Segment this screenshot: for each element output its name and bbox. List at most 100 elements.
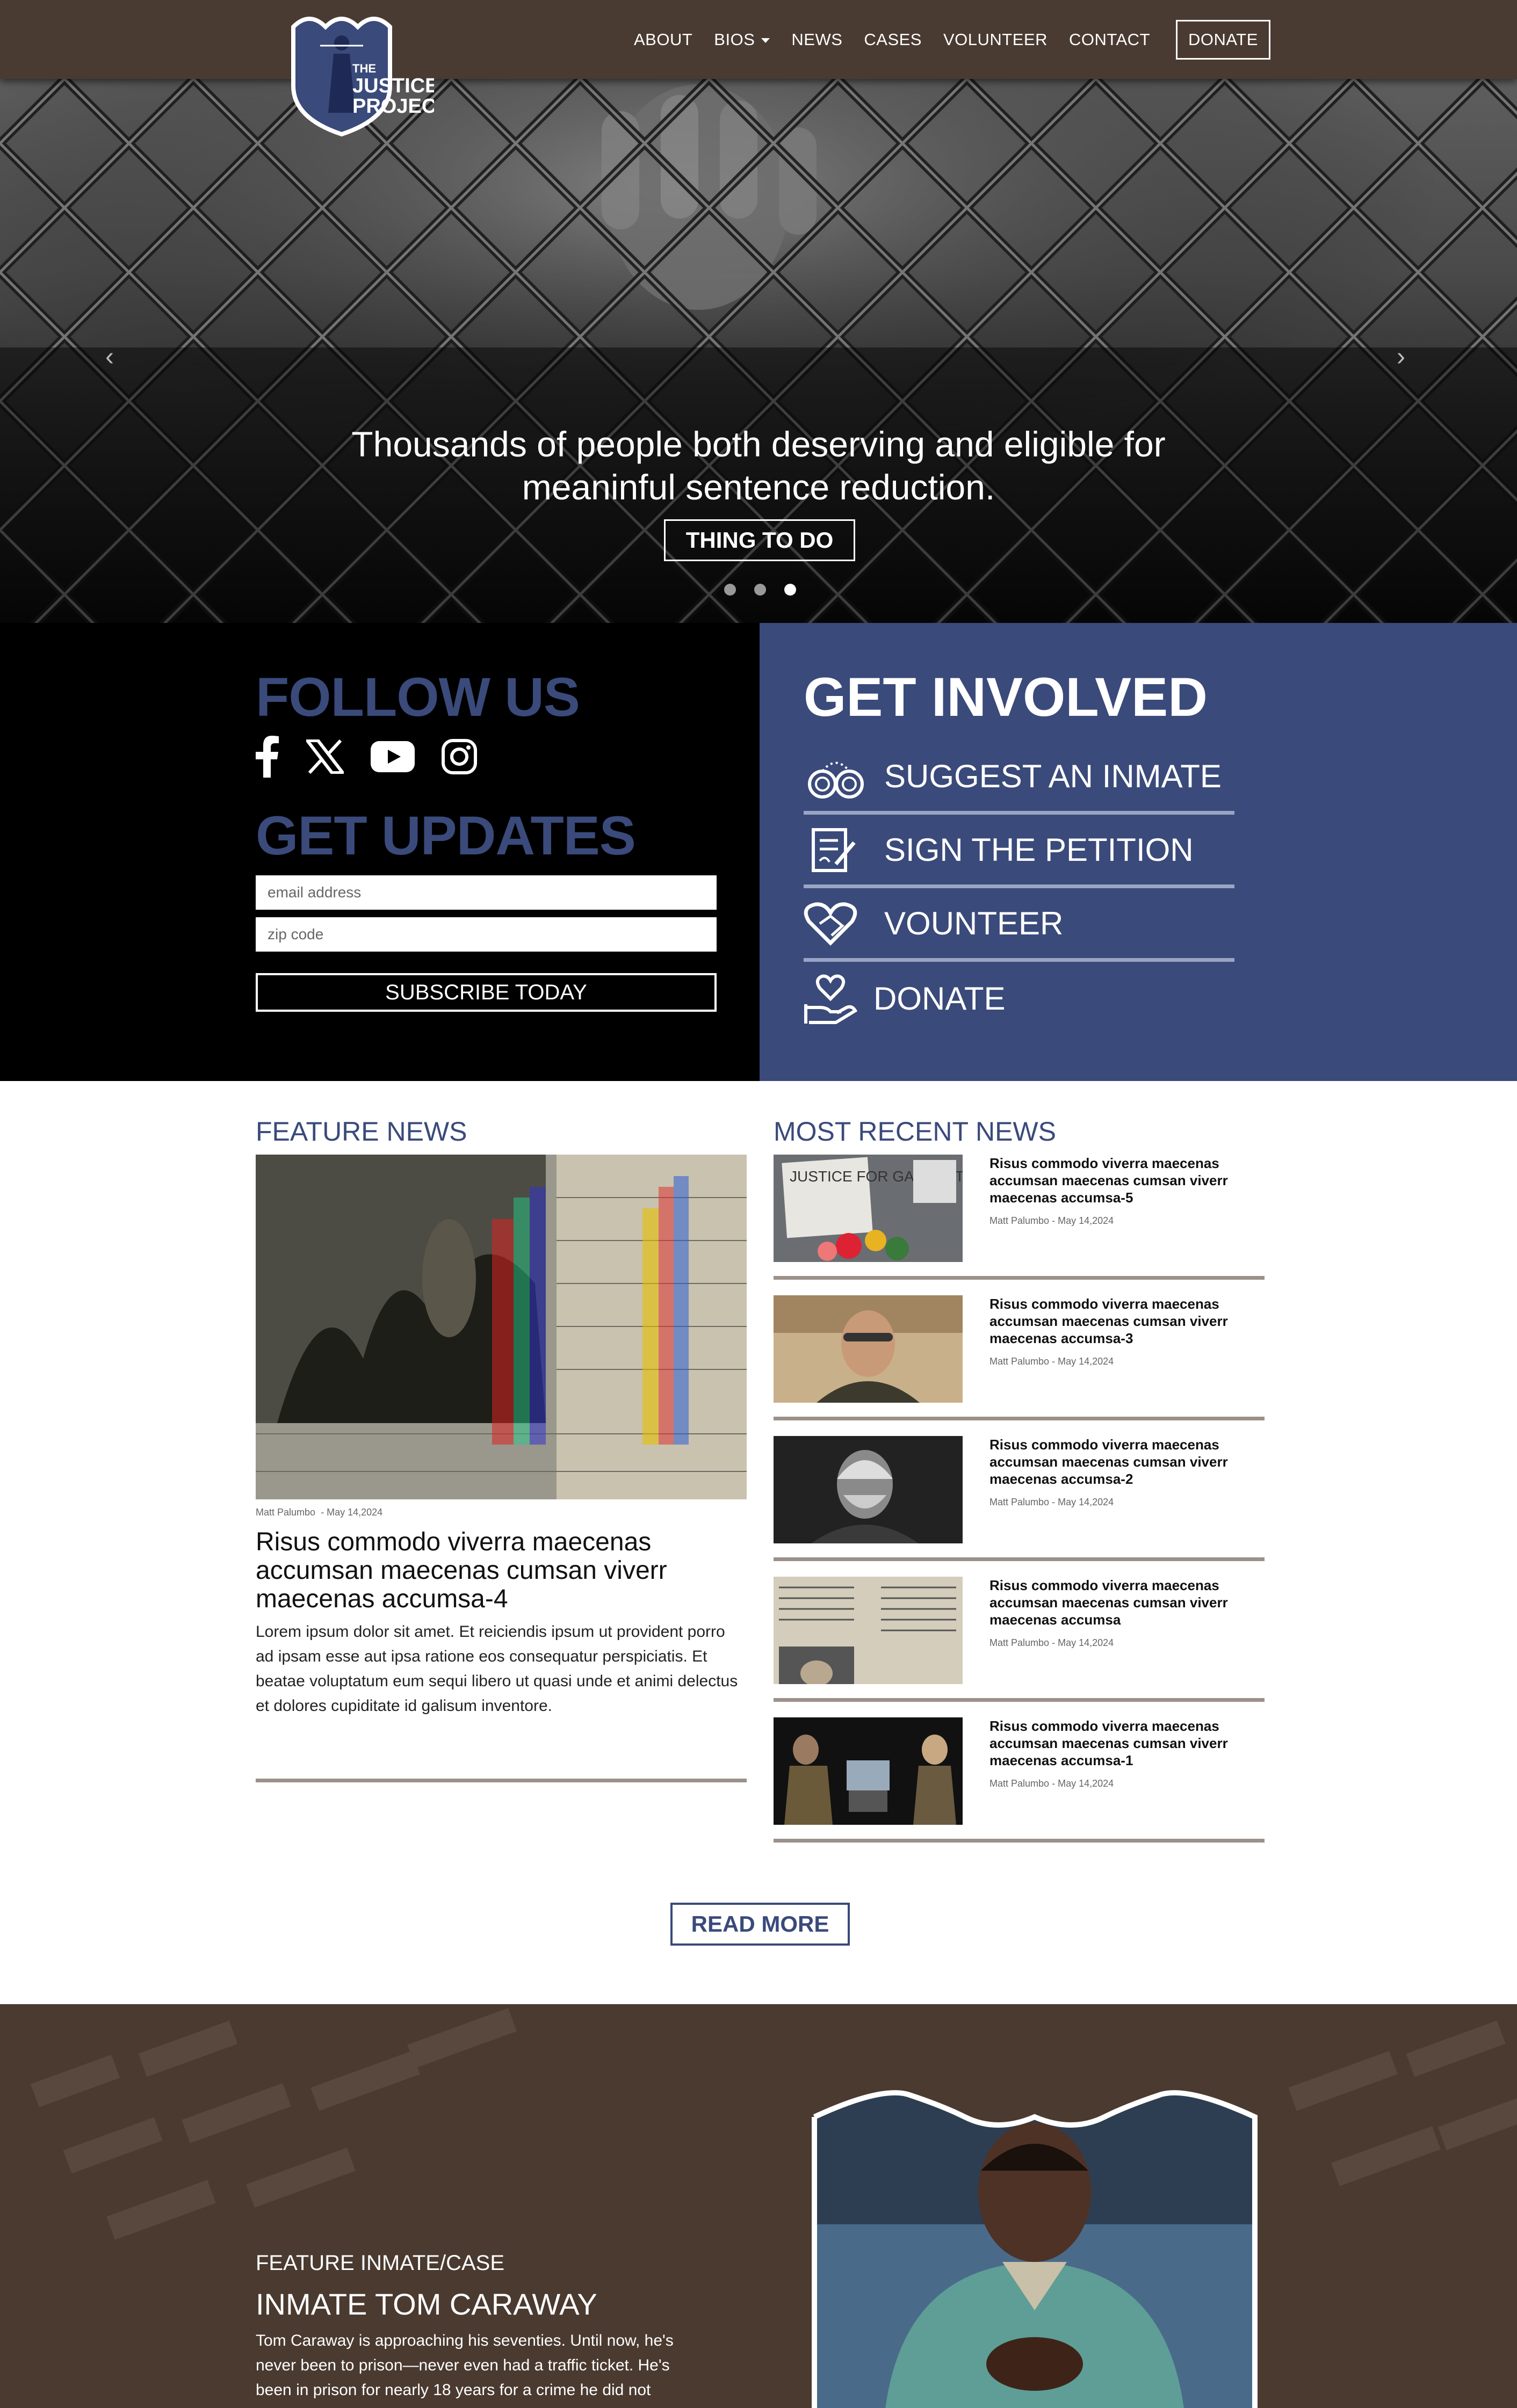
get-updates-title: GET UPDATES — [256, 805, 636, 866]
news-divider — [774, 1276, 1265, 1280]
news-item[interactable]: Risus commodo viverra maecenas accumsan … — [774, 1717, 1265, 1847]
news-item[interactable]: JUSTICE FOR GARRETT FOSTER Risus commodo… — [774, 1155, 1265, 1285]
news-item[interactable]: Risus commodo viverra maecenas accumsan … — [774, 1295, 1265, 1425]
hero-headline: Thousands of people both deserving and e… — [0, 423, 1517, 509]
news-item-date: - May 14,2024 — [1052, 1215, 1114, 1226]
recent-news-heading: MOST RECENT NEWS — [774, 1116, 1056, 1147]
news-item-author: Matt Palumbo — [989, 1637, 1050, 1648]
feature-inmate-title[interactable]: INMATE TOM CARAWAY — [256, 2287, 597, 2322]
carousel-dot-3[interactable] — [784, 584, 796, 596]
svg-text:THE: THE — [352, 62, 376, 75]
feature-news-heading: FEATURE NEWS — [256, 1116, 467, 1147]
hero-cta-button[interactable]: THING TO DO — [664, 519, 855, 561]
feature-news-title[interactable]: Risus commodo viverra maecenas accumsan … — [256, 1528, 747, 1613]
hero-line-2: meaninful sentence reduction. — [522, 467, 995, 507]
news-item-date: - May 14,2024 — [1052, 1497, 1114, 1507]
hand-heart-icon — [804, 972, 873, 1026]
nav-bios[interactable]: BIOS — [714, 30, 770, 49]
nav-cases[interactable]: CASES — [864, 30, 922, 49]
carousel-dot-1[interactable] — [724, 584, 736, 596]
news-item-title[interactable]: Risus commodo viverra maecenas accumsan … — [989, 1577, 1247, 1628]
news-item-meta: Matt Palumbo - May 14,2024 — [989, 1497, 1114, 1508]
email-field[interactable]: email address — [256, 875, 717, 910]
justice-project-logo[interactable]: THE JUSTICE PROJECT — [288, 5, 434, 140]
instagram-icon[interactable] — [442, 739, 477, 777]
news-item-meta: Matt Palumbo - May 14,2024 — [989, 1356, 1114, 1367]
news-item-date: - May 14,2024 — [1052, 1778, 1114, 1789]
read-more-button[interactable]: READ MORE — [670, 1903, 850, 1946]
news-item-title[interactable]: Risus commodo viverra maecenas accumsan … — [989, 1436, 1247, 1488]
hero-carousel: ‹ › Thousands of people both deserving a… — [0, 79, 1517, 623]
news-thumbnail[interactable] — [774, 1577, 963, 1684]
nav-contact[interactable]: CONTACT — [1069, 30, 1150, 49]
donate-label: DONATE — [873, 981, 1006, 1017]
news-item[interactable]: Risus commodo viverra maecenas accumsan … — [774, 1436, 1265, 1566]
feature-news-divider — [256, 1779, 747, 1782]
news-item-author: Matt Palumbo — [989, 1497, 1050, 1507]
feature-news-author[interactable]: Matt Palumbo — [256, 1507, 315, 1518]
news-item-meta: Matt Palumbo - May 14,2024 — [989, 1215, 1114, 1227]
news-item-author: Matt Palumbo — [989, 1215, 1050, 1226]
zip-code-field[interactable]: zip code — [256, 917, 717, 952]
news-divider — [774, 1839, 1265, 1843]
news-divider — [774, 1698, 1265, 1702]
carousel-next-icon[interactable]: › — [1397, 342, 1405, 372]
suggest-inmate-label: SUGGEST AN INMATE — [884, 758, 1222, 794]
nav-volunteer[interactable]: VOLUNTEER — [943, 30, 1048, 49]
petition-icon — [804, 825, 884, 874]
news-item-author: Matt Palumbo — [989, 1778, 1050, 1789]
subscribe-button[interactable]: SUBSCRIBE TODAY — [256, 973, 717, 1012]
top-navbar: THE JUSTICE PROJECT ABOUT BIOS NEWS CASE… — [0, 0, 1517, 137]
feature-news-image[interactable] — [256, 1155, 747, 1499]
feature-inmate-label: FEATURE INMATE/CASE — [256, 2251, 505, 2275]
chevron-down-icon — [761, 38, 770, 43]
follow-us-title: FOLLOW US — [256, 666, 580, 728]
news-divider — [774, 1417, 1265, 1420]
handshake-heart-icon — [804, 900, 884, 946]
nav-news[interactable]: NEWS — [791, 30, 842, 49]
feature-inmate-excerpt: Tom Caraway is approaching his seventies… — [256, 2332, 674, 2399]
news-item-author: Matt Palumbo — [989, 1356, 1050, 1367]
suggest-inmate-link[interactable]: SUGGEST AN INMATE — [804, 741, 1234, 815]
hero-line-1: Thousands of people both deserving and e… — [351, 424, 1166, 464]
main-menu: ABOUT BIOS NEWS CASES VOLUNTEER CONTACT … — [634, 0, 1292, 79]
feature-news-date: - May 14,2024 — [321, 1507, 383, 1518]
nav-donate-button[interactable]: DONATE — [1176, 19, 1270, 60]
news-thumbnail[interactable]: JUSTICE FOR GARRETT FOSTER — [774, 1155, 963, 1262]
news-item-title[interactable]: Risus commodo viverra maecenas accumsan … — [989, 1295, 1247, 1347]
news-item-title[interactable]: Risus commodo viverra maecenas accumsan … — [989, 1717, 1247, 1769]
feature-inmate-section — [0, 2004, 1517, 2408]
window-shadow-texture — [30, 2008, 1517, 2240]
news-item-meta: Matt Palumbo - May 14,2024 — [989, 1637, 1114, 1649]
news-item[interactable]: Risus commodo viverra maecenas accumsan … — [774, 1577, 1265, 1707]
svg-text:JUSTICE: JUSTICE — [352, 75, 434, 97]
sign-petition-link[interactable]: SIGN THE PETITION — [804, 815, 1234, 888]
carousel-indicators — [724, 584, 814, 596]
svg-text:PROJECT: PROJECT — [352, 95, 434, 118]
facebook-icon[interactable] — [256, 736, 279, 780]
x-icon[interactable] — [304, 739, 346, 777]
carousel-dot-2[interactable] — [754, 584, 766, 596]
inmate-portrait[interactable] — [804, 2085, 1266, 2408]
youtube-icon[interactable] — [371, 741, 415, 775]
volunteer-label: VOUNTEER — [884, 905, 1064, 941]
news-thumbnail[interactable] — [774, 1436, 963, 1543]
carousel-prev-icon[interactable]: ‹ — [105, 342, 114, 372]
news-item-title[interactable]: Risus commodo viverra maecenas accumsan … — [989, 1155, 1247, 1206]
feature-news-excerpt: Lorem ipsum dolor sit amet. Et reiciendi… — [256, 1623, 738, 1715]
news-item-date: - May 14,2024 — [1052, 1637, 1114, 1648]
news-item-meta: Matt Palumbo - May 14,2024 — [989, 1778, 1114, 1789]
get-involved-title: GET INVOLVED — [804, 666, 1208, 728]
news-thumbnail[interactable] — [774, 1295, 963, 1403]
sign-petition-label: SIGN THE PETITION — [884, 831, 1194, 868]
volunteer-link[interactable]: VOUNTEER — [804, 888, 1234, 962]
donate-link[interactable]: DONATE — [804, 962, 1234, 1035]
news-item-date: - May 14,2024 — [1052, 1356, 1114, 1367]
nav-about[interactable]: ABOUT — [634, 30, 692, 49]
handcuffs-icon — [804, 752, 884, 800]
social-links — [256, 736, 504, 780]
news-divider — [774, 1557, 1265, 1561]
feature-news-meta: Matt Palumbo - May 14,2024 — [256, 1507, 382, 1518]
nav-bios-label: BIOS — [714, 30, 755, 49]
news-thumbnail[interactable] — [774, 1717, 963, 1825]
